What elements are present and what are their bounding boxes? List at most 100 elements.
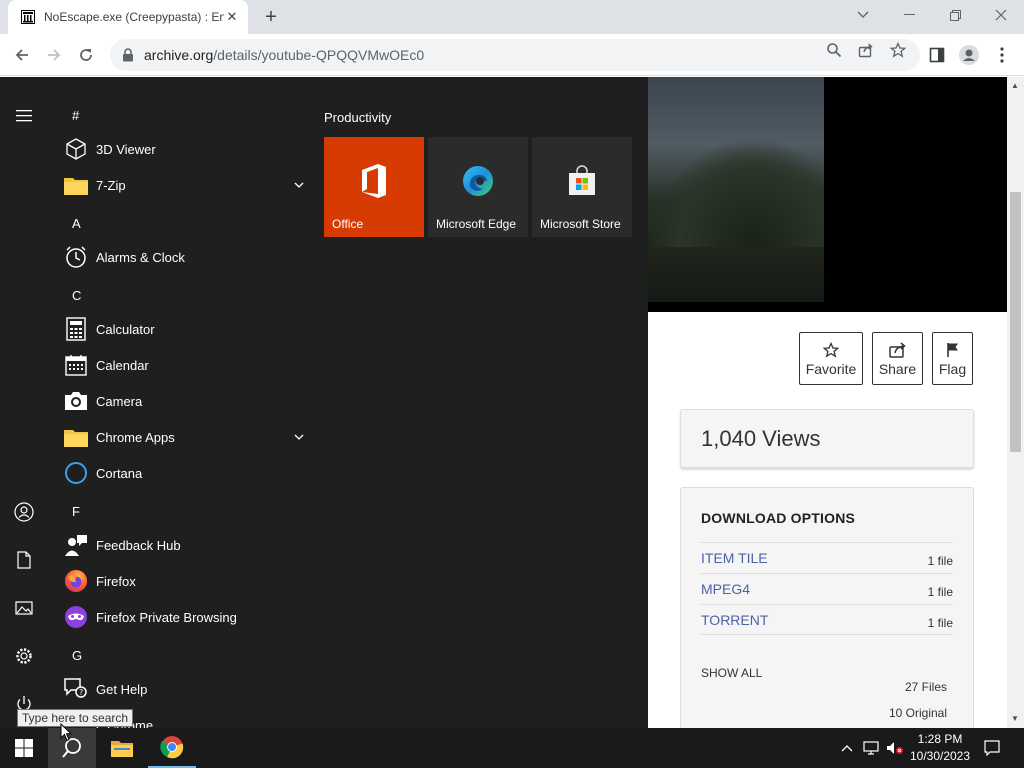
- get-help-icon: ?: [62, 675, 90, 703]
- minimize-icon[interactable]: [886, 0, 932, 30]
- tab-close-icon[interactable]: ✕: [224, 9, 240, 25]
- share-button[interactable]: Share: [872, 332, 923, 385]
- address-bar[interactable]: archive.org/details/youtube-QPQQVMwOEc0: [110, 39, 920, 71]
- network-icon[interactable]: [861, 728, 881, 768]
- section-header-f[interactable]: F: [72, 504, 80, 519]
- download-options-panel: DOWNLOAD OPTIONS ITEM TILE 1 file MPEG4 …: [680, 487, 974, 728]
- tab-strip: NoEscape.exe (Creepypasta) : En ✕ +: [0, 0, 1024, 34]
- scroll-down-icon[interactable]: ▼: [1011, 714, 1019, 723]
- download-link-torrent[interactable]: TORRENT: [701, 612, 768, 628]
- tray-overflow-chevron-icon[interactable]: [838, 728, 856, 768]
- app-chrome-apps[interactable]: Chrome Apps: [62, 419, 307, 455]
- app-get-help[interactable]: ? Get Help: [62, 671, 307, 707]
- tile-label: Microsoft Edge: [436, 217, 517, 231]
- app-name: 3D Viewer: [96, 141, 156, 157]
- total-files: 27 Files: [904, 680, 947, 694]
- app-firefox[interactable]: Firefox: [62, 563, 307, 599]
- close-window-icon[interactable]: [978, 0, 1024, 30]
- user-account-icon[interactable]: [13, 501, 35, 523]
- app-feedback-hub[interactable]: Feedback Hub: [62, 527, 307, 563]
- scroll-up-icon[interactable]: ▲: [1011, 81, 1019, 90]
- download-row: MPEG4 1 file: [701, 573, 953, 604]
- cortana-ring-icon: [62, 459, 90, 487]
- office-icon: [324, 137, 424, 217]
- browser-menu-icon[interactable]: [991, 44, 1013, 66]
- zoom-search-icon[interactable]: [826, 42, 842, 58]
- section-header-a[interactable]: A: [72, 216, 81, 231]
- tile-office[interactable]: Office: [324, 137, 424, 237]
- video-frame-hill: [648, 137, 824, 247]
- tile-label: Microsoft Store: [540, 217, 621, 231]
- section-header-c[interactable]: C: [72, 288, 81, 303]
- notifications-icon[interactable]: [980, 728, 1004, 768]
- folder-icon: [62, 171, 90, 199]
- section-header-g[interactable]: G: [72, 648, 82, 663]
- start-button[interactable]: [0, 728, 48, 768]
- hamburger-menu-icon[interactable]: [13, 105, 35, 127]
- url-host: archive.org: [144, 47, 214, 63]
- app-calendar[interactable]: Calendar: [62, 347, 307, 383]
- folder-icon: [62, 423, 90, 451]
- app-name: Alarms & Clock: [96, 249, 185, 265]
- app-7zip[interactable]: 7-Zip: [62, 167, 307, 203]
- volume-muted-icon[interactable]: [884, 728, 906, 768]
- system-clock[interactable]: 1:28 PM 10/30/2023: [905, 731, 975, 765]
- tile-group-title[interactable]: Productivity: [324, 110, 391, 125]
- tile-microsoft-edge[interactable]: Microsoft Edge: [428, 137, 528, 237]
- forward-icon[interactable]: [43, 44, 65, 66]
- clock-icon: [62, 243, 90, 271]
- url-path: /details/youtube-QPQQVMwOEc0: [213, 47, 425, 63]
- flag-icon: [946, 341, 960, 359]
- taskbar-search-button[interactable]: [48, 728, 96, 768]
- tab-search-icon[interactable]: [840, 0, 886, 30]
- cube-icon: [62, 135, 90, 163]
- new-tab-button[interactable]: +: [260, 6, 282, 28]
- share-page-icon[interactable]: [858, 42, 874, 58]
- app-firefox-private[interactable]: Firefox Private Browsing: [62, 599, 307, 635]
- mouse-cursor-icon: [60, 723, 72, 742]
- browser-tab[interactable]: NoEscape.exe (Creepypasta) : En ✕: [8, 0, 248, 34]
- app-cortana[interactable]: Cortana: [62, 455, 307, 491]
- download-count: 1 file: [927, 554, 953, 568]
- clock-time: 1:28 PM: [917, 732, 963, 746]
- feedback-hub-icon: [62, 531, 90, 559]
- favorite-button[interactable]: Favorite: [799, 332, 863, 385]
- settings-gear-icon[interactable]: [13, 645, 35, 667]
- reload-icon[interactable]: [75, 44, 97, 66]
- page-scrollbar[interactable]: ▲ ▼: [1007, 77, 1024, 728]
- documents-icon[interactable]: [13, 549, 35, 571]
- tile-microsoft-store[interactable]: Microsoft Store: [532, 137, 632, 237]
- file-explorer-icon: [111, 741, 133, 757]
- app-alarms-clock[interactable]: Alarms & Clock: [62, 239, 307, 275]
- app-calculator[interactable]: Calculator: [62, 311, 307, 347]
- bookmark-star-icon[interactable]: [890, 42, 906, 58]
- download-link-item-tile[interactable]: ITEM TILE: [701, 550, 768, 566]
- calculator-icon: [62, 315, 90, 343]
- chrome-icon: [160, 736, 184, 759]
- start-menu: # 3D Viewer 7-Zip A Alarms & Clock C Cal…: [0, 77, 648, 728]
- app-name: Get Help: [96, 681, 148, 697]
- app-camera[interactable]: Camera: [62, 383, 307, 419]
- app-3d-viewer[interactable]: 3D Viewer: [62, 131, 307, 167]
- taskbar-chrome[interactable]: [148, 728, 196, 768]
- calendar-icon: [62, 351, 90, 379]
- back-icon[interactable]: [11, 44, 33, 66]
- profile-avatar-icon[interactable]: [958, 44, 980, 66]
- pictures-icon[interactable]: [13, 597, 35, 619]
- taskbar: 1:28 PM 10/30/2023: [0, 728, 1024, 768]
- search-tooltip: Type here to search: [17, 709, 134, 727]
- scrollbar-thumb[interactable]: [1010, 192, 1021, 452]
- download-link-mpeg4[interactable]: MPEG4: [701, 581, 750, 597]
- taskbar-file-explorer[interactable]: [98, 728, 146, 768]
- chevron-down-icon[interactable]: [291, 182, 307, 188]
- restore-icon[interactable]: [932, 0, 978, 30]
- chevron-down-icon[interactable]: [291, 434, 307, 440]
- favorite-label: Favorite: [805, 360, 857, 377]
- flag-button[interactable]: Flag: [932, 332, 973, 385]
- section-header-hash[interactable]: #: [72, 108, 79, 123]
- firefox-icon: [62, 567, 90, 595]
- show-all-link[interactable]: SHOW ALL: [701, 666, 762, 680]
- lock-icon[interactable]: [122, 48, 134, 62]
- side-panel-icon[interactable]: [926, 44, 948, 66]
- tile-label: Office: [332, 217, 364, 231]
